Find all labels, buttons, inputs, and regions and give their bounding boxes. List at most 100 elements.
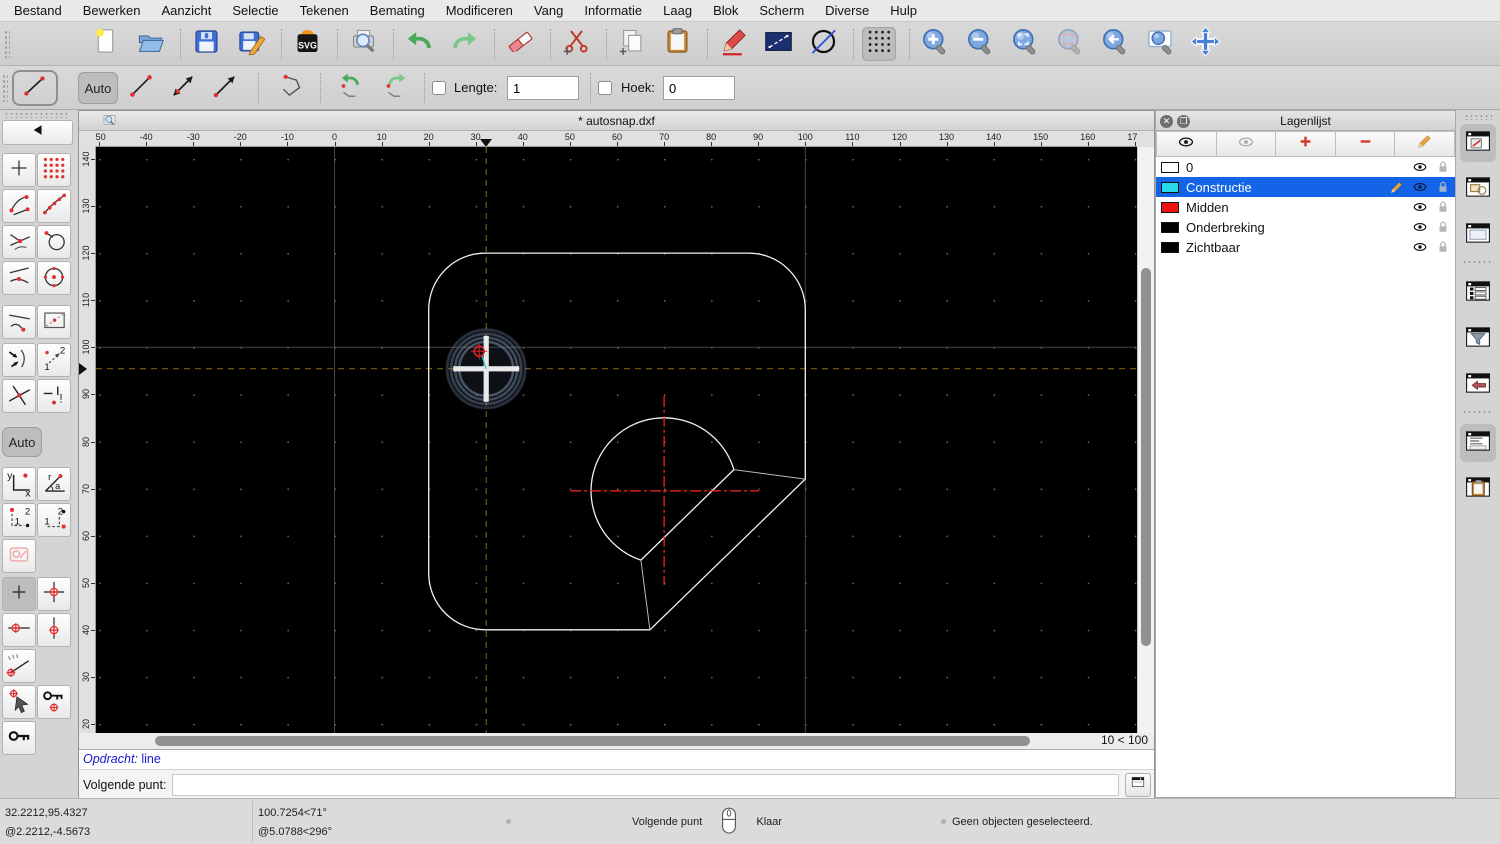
add-layer-button[interactable] <box>1276 131 1336 157</box>
cut-button[interactable] <box>559 27 593 61</box>
command-input[interactable] <box>172 773 1119 796</box>
lengte-checkbox[interactable] <box>432 81 446 95</box>
menu-scherm[interactable]: Scherm <box>759 3 804 18</box>
snap-grid-button[interactable] <box>37 153 71 187</box>
snap-endpoints-button[interactable] <box>2 189 36 223</box>
snap-intersection-manual-button[interactable]: ! <box>37 379 71 413</box>
line-attributes-button[interactable] <box>761 27 795 61</box>
vertical-scrollbar[interactable] <box>1137 147 1154 733</box>
cad-canvas[interactable] <box>96 147 1139 733</box>
zoom-auto-button[interactable] <box>1008 27 1042 61</box>
save-as-button[interactable] <box>234 27 268 61</box>
menu-bestand[interactable]: Bestand <box>14 3 62 18</box>
selection-filter-panel-toggle[interactable] <box>1460 320 1496 358</box>
layer-visibility-icon[interactable] <box>1412 219 1428 235</box>
menu-diverse[interactable]: Diverse <box>825 3 869 18</box>
line-angle-button[interactable] <box>166 71 200 105</box>
snap-center-button[interactable] <box>37 261 71 295</box>
entity-list-panel-toggle[interactable] <box>1460 274 1496 312</box>
hoek-checkbox[interactable] <box>598 81 612 95</box>
layer-lock-icon[interactable] <box>1436 220 1450 234</box>
redo-segment-button[interactable] <box>379 71 413 105</box>
toolbar-handle[interactable] <box>4 30 10 58</box>
save-button[interactable] <box>189 27 223 61</box>
line-two-points-button[interactable] <box>124 71 158 105</box>
delete-eraser-button[interactable] <box>503 27 537 61</box>
horizontal-scrollbar-thumb[interactable] <box>155 736 1030 746</box>
block-list-panel-toggle[interactable] <box>1460 170 1496 208</box>
select-reference-button[interactable] <box>2 685 36 719</box>
menu-aanzicht[interactable]: Aanzicht <box>162 3 212 18</box>
clipboard-panel-toggle[interactable] <box>1460 470 1496 508</box>
named-views-panel-toggle[interactable] <box>1460 366 1496 404</box>
layer-lock-icon[interactable] <box>1436 240 1450 254</box>
auto-mode-button[interactable]: Auto <box>78 72 118 104</box>
angle-snap-button[interactable] <box>2 649 36 683</box>
layer-row-midden[interactable]: Midden <box>1156 197 1455 217</box>
layer-visibility-icon[interactable] <box>1412 179 1428 195</box>
hide-all-layers-button[interactable] <box>1216 131 1277 157</box>
restrict-directions-button[interactable] <box>2 343 36 377</box>
open-folder-button[interactable] <box>133 27 167 61</box>
menu-informatie[interactable]: Informatie <box>584 3 642 18</box>
zoom-in-button[interactable] <box>918 27 952 61</box>
lengte-input[interactable] <box>507 76 579 100</box>
zoom-pan-button[interactable] <box>1188 26 1222 61</box>
current-line-tool-button[interactable] <box>12 70 58 106</box>
vertical-scrollbar-thumb[interactable] <box>1141 268 1151 646</box>
layer-lock-icon[interactable] <box>1436 200 1450 214</box>
restrict-vertical-button[interactable] <box>37 613 71 647</box>
relative-zero-button[interactable] <box>2 721 36 755</box>
polyline-segments-button[interactable] <box>274 71 308 105</box>
hoek-input[interactable] <box>663 76 735 100</box>
layer-list-panel-toggle[interactable] <box>1460 124 1496 162</box>
menu-laag[interactable]: Laag <box>663 3 692 18</box>
horizontal-scrollbar[interactable] <box>96 733 1101 749</box>
snap-sequence-button[interactable]: 12 <box>37 343 71 377</box>
drawing-window-titlebar[interactable]: * autosnap.dxf <box>79 111 1154 131</box>
layer-panel-titlebar[interactable]: ✕ ❐ Lagenlijst <box>1156 111 1455 131</box>
menu-blok[interactable]: Blok <box>713 3 738 18</box>
menu-selectie[interactable]: Selectie <box>232 3 278 18</box>
snap-distance-button[interactable] <box>2 305 36 339</box>
zoom-out-button[interactable] <box>963 27 997 61</box>
layer-visibility-icon[interactable] <box>1412 199 1428 215</box>
export-svg-button[interactable]: SVG <box>290 27 324 61</box>
snap-tangent-button[interactable] <box>37 225 71 259</box>
remove-layer-button[interactable] <box>1335 131 1396 157</box>
command-line-panel-toggle[interactable] <box>1460 424 1496 462</box>
layer-row-constructie[interactable]: Constructie <box>1156 177 1455 197</box>
pen-attributes-button[interactable] <box>716 27 750 61</box>
coord-polar-button[interactable]: ra <box>37 467 71 501</box>
undo-button[interactable] <box>402 27 436 61</box>
print-preview-button[interactable] <box>346 27 380 61</box>
layer-row-zichtbaar[interactable]: Zichtbaar <box>1156 237 1455 257</box>
snap-middle-button[interactable] <box>2 261 36 295</box>
snap-free-button[interactable] <box>2 153 36 187</box>
layer-visibility-icon[interactable] <box>1412 159 1428 175</box>
menu-bemating[interactable]: Bemating <box>370 3 425 18</box>
snap-on-entity-button[interactable] <box>37 189 71 223</box>
layer-visibility-icon[interactable] <box>1412 239 1428 255</box>
toolbar-handle[interactable] <box>2 74 8 102</box>
layer-lock-icon[interactable] <box>1436 160 1450 174</box>
menu-modificeren[interactable]: Modificeren <box>446 3 513 18</box>
toolbar-handle[interactable] <box>4 112 68 118</box>
library-browser-panel-toggle[interactable] <box>1460 216 1496 254</box>
restrict-nothing-button[interactable] <box>2 577 36 611</box>
restrict-orthogonal-button[interactable] <box>37 577 71 611</box>
copy-button[interactable] <box>615 27 649 61</box>
menu-tekenen[interactable]: Tekenen <box>300 3 349 18</box>
back-button[interactable] <box>2 120 73 145</box>
toolbar-handle[interactable] <box>1464 114 1492 120</box>
zoom-redraw-button[interactable] <box>1098 27 1132 61</box>
coord-cartesian-button[interactable]: yx <box>2 467 36 501</box>
edit-layer-button[interactable] <box>1395 131 1455 157</box>
zoom-previous-button[interactable] <box>1053 27 1087 61</box>
layer-row-0[interactable]: 0 <box>1156 157 1455 177</box>
menu-hulp[interactable]: Hulp <box>890 3 917 18</box>
layer-row-onderbreking[interactable]: Onderbreking <box>1156 217 1455 237</box>
grid-toggle-button[interactable] <box>862 27 896 61</box>
relative-corner-1-button[interactable]: 12 <box>2 503 36 537</box>
relative-corner-2-button[interactable]: 12 <box>37 503 71 537</box>
